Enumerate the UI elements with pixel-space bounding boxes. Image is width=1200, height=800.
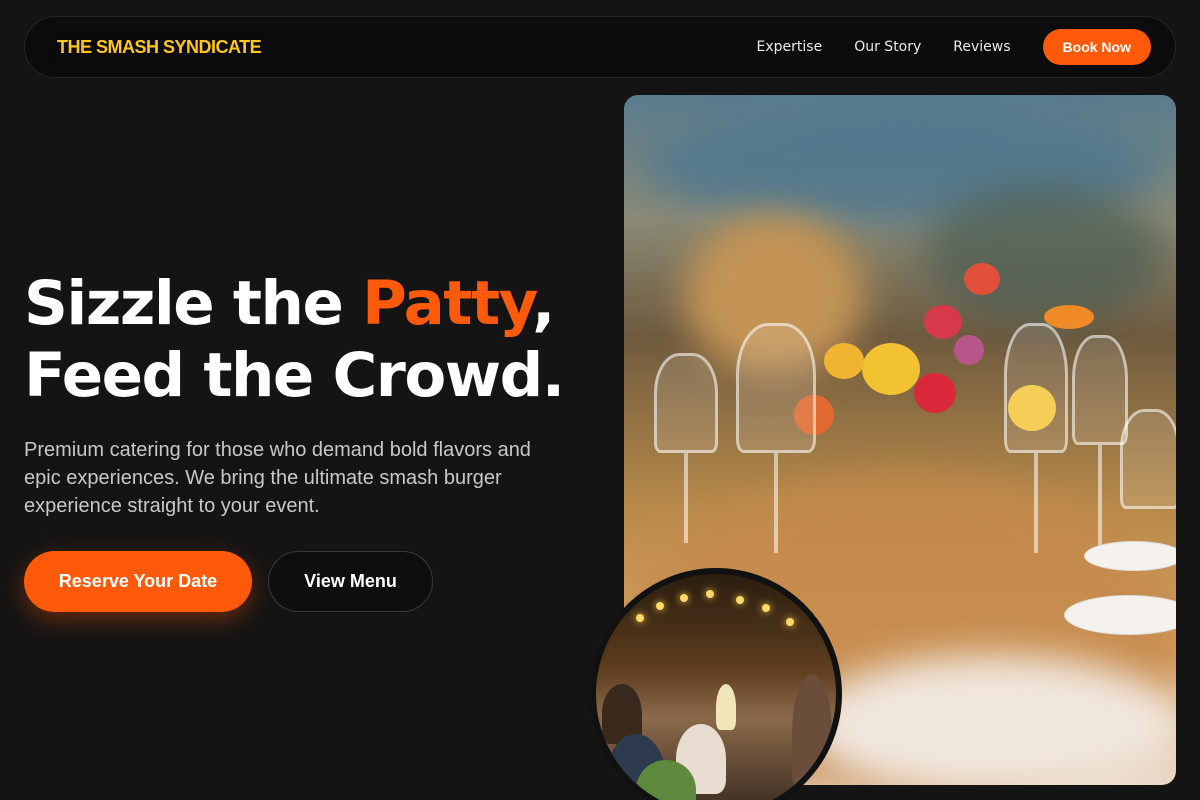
headline-accent: Patty xyxy=(362,268,534,339)
top-navigation: THE SMASH SYNDICATE Expertise Our Story … xyxy=(24,16,1176,78)
nav-link-our-story[interactable]: Our Story xyxy=(854,39,921,55)
book-now-button[interactable]: Book Now xyxy=(1042,29,1151,65)
view-menu-button[interactable]: View Menu xyxy=(268,551,433,612)
reserve-date-button[interactable]: Reserve Your Date xyxy=(24,551,252,612)
nav-link-expertise[interactable]: Expertise xyxy=(757,39,823,55)
nav-menu: Expertise Our Story Reviews Book Now xyxy=(757,29,1151,65)
headline-part2: , xyxy=(532,268,555,339)
nav-link-reviews[interactable]: Reviews xyxy=(953,39,1010,55)
page: THE SMASH SYNDICATE Expertise Our Story … xyxy=(0,0,1200,800)
hero-actions: Reserve Your Date View Menu xyxy=(24,551,433,612)
headline-line2: Feed the Crowd. xyxy=(24,340,565,411)
brand-logo[interactable]: THE SMASH SYNDICATE xyxy=(49,31,270,63)
headline-part1: Sizzle the xyxy=(24,268,363,339)
hero-subtext: Premium catering for those who demand bo… xyxy=(24,439,531,517)
hero-headline: Sizzle the Patty, Feed the Crowd. xyxy=(24,268,604,412)
